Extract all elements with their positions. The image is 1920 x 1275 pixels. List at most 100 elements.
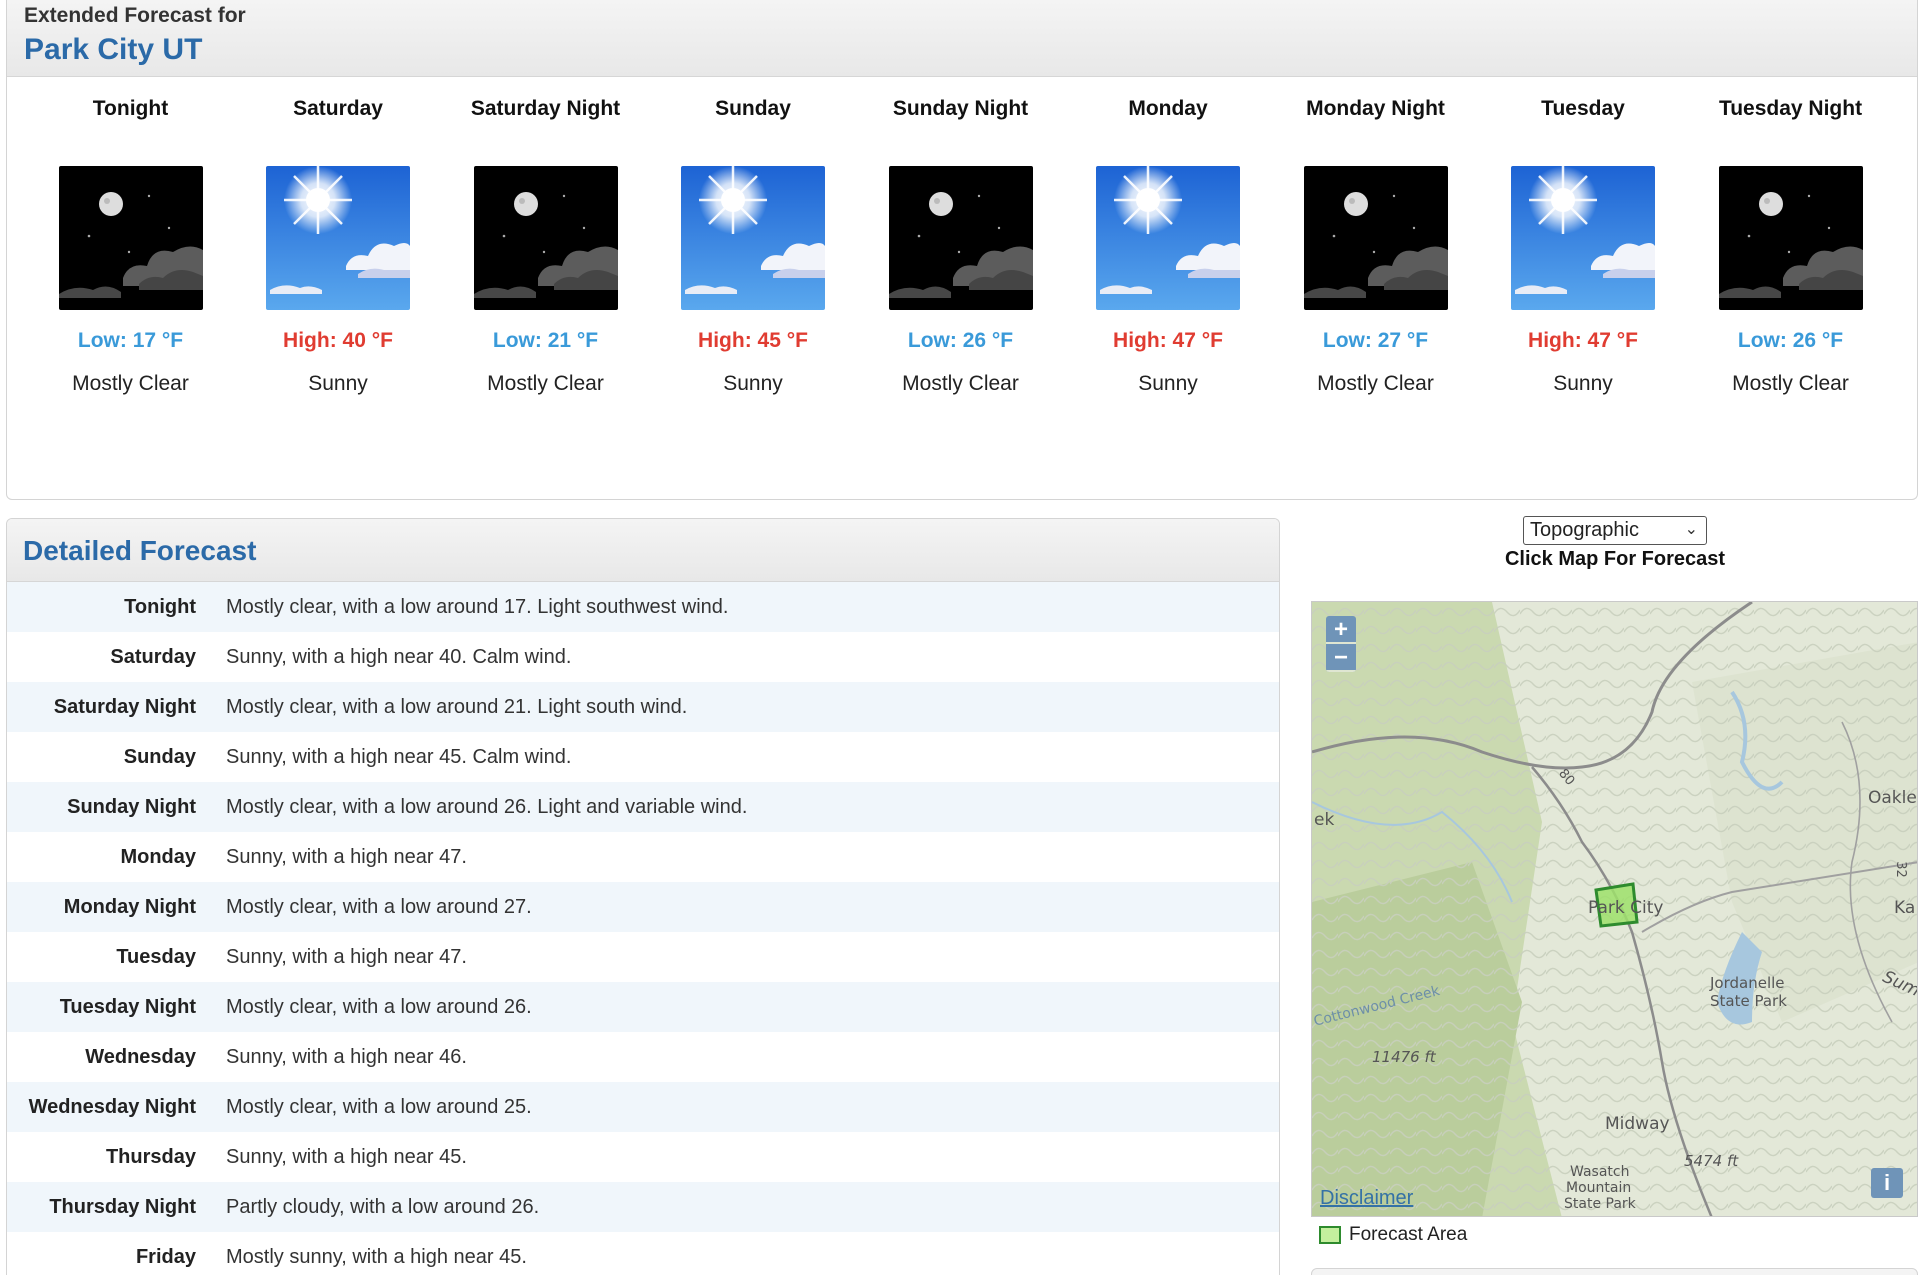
detailed-row-text: Mostly clear, with a low around 25. (226, 1095, 532, 1118)
detailed-row-text: Partly cloudy, with a low around 26. (226, 1195, 540, 1218)
night-moon-clouds-icon (58, 166, 203, 310)
extended-forecast-panel: Extended Forecast for Park City UT Tonig… (6, 0, 1918, 500)
zoom-out-button[interactable]: − (1326, 644, 1356, 672)
forecast-periods: Tonight Low: 17 °F Mostly Clear Saturday… (27, 77, 1887, 407)
chevron-down-icon: ⌄ (1684, 521, 1698, 538)
detailed-forecast-row: Tuesday Sunny, with a high near 47. (7, 932, 1279, 982)
detailed-row-label: Friday (135, 1245, 196, 1268)
map-label-jordanelle: Jordanelle (1710, 974, 1785, 992)
detailed-row-text: Mostly sunny, with a high near 45. (226, 1245, 527, 1268)
detailed-row-text: Mostly clear, with a low around 17. Ligh… (226, 595, 729, 618)
map-layer-select[interactable]: Topographic ⌄ (1523, 516, 1707, 545)
map-label-ek: ek (1314, 810, 1335, 830)
forecast-period: Tuesday High: 47 °F Sunny (1480, 77, 1687, 396)
detailed-forecast-row: Tonight Mostly clear, with a low around … (7, 582, 1279, 632)
detailed-forecast-title: Detailed Forecast (7, 519, 1279, 582)
click-map-label: Click Map For Forecast (1504, 548, 1726, 570)
detailed-row-label: Tuesday (116, 945, 196, 968)
map-controls: Topographic ⌄ Click Map For Forecast (1310, 516, 1920, 571)
detailed-row-text: Sunny, with a high near 47. (226, 945, 467, 968)
period-name: Monday (1128, 97, 1208, 120)
period-name: Tonight (92, 97, 169, 120)
detailed-row-label: Thursday Night (49, 1195, 196, 1218)
period-condition: Mostly Clear (487, 372, 604, 395)
period-condition: Mostly Clear (902, 372, 1019, 395)
sun-icon (266, 166, 410, 310)
period-temperature: High: 40 °F (283, 329, 393, 352)
map-label-wasatch-1: Wasatch (1570, 1164, 1630, 1180)
forecast-period: Sunday High: 45 °F Sunny (650, 77, 857, 396)
detailed-forecast-row: Sunday Night Mostly clear, with a low ar… (7, 782, 1279, 832)
detailed-row-text: Mostly clear, with a low around 21. Ligh… (226, 695, 688, 718)
period-condition: Mostly Clear (72, 372, 189, 395)
forecast-period: Tonight Low: 17 °F Mostly Clear (27, 77, 234, 396)
detailed-forecast-panel: Detailed Forecast Tonight Mostly clear, … (6, 518, 1280, 1275)
detailed-forecast-row: Wednesday Sunny, with a high near 46. (7, 1032, 1279, 1082)
map-label-state-park: State Park (1710, 992, 1787, 1010)
detailed-forecast-row: Friday Mostly sunny, with a high near 45… (7, 1232, 1279, 1275)
period-condition: Mostly Clear (1317, 372, 1434, 395)
forecast-map[interactable]: + − Park City Oakle Ka ek Jordanelle Sta… (1311, 601, 1918, 1217)
detailed-forecast-row: Monday Night Mostly clear, with a low ar… (7, 882, 1279, 932)
period-name: Saturday (293, 97, 383, 120)
period-temperature: High: 45 °F (698, 329, 808, 352)
disclaimer-link[interactable]: Disclaimer (1320, 1187, 1413, 1210)
detailed-forecast-row: Tuesday Night Mostly clear, with a low a… (7, 982, 1279, 1032)
detailed-row-label: Tonight (124, 595, 196, 618)
detailed-row-label: Monday Night (63, 895, 196, 918)
detailed-row-text: Sunny, with a high near 40. Calm wind. (226, 645, 572, 668)
extended-forecast-header: Extended Forecast for Park City UT (7, 0, 1917, 77)
map-label-elevation-1: 11476 ft (1372, 1048, 1436, 1066)
detailed-row-label: Monday (120, 845, 196, 868)
period-temperature: High: 47 °F (1113, 329, 1223, 352)
period-temperature: Low: 27 °F (1322, 329, 1429, 352)
forecast-period: Tuesday Night Low: 26 °F Mostly Clear (1687, 77, 1894, 396)
detailed-forecast-row: Thursday Night Partly cloudy, with a low… (7, 1182, 1279, 1232)
detailed-forecast-row: Sunday Sunny, with a high near 45. Calm … (7, 732, 1279, 782)
night-moon-clouds-icon (1718, 166, 1863, 310)
detailed-row-text: Sunny, with a high near 47. (226, 845, 467, 868)
forecast-area-swatch-icon (1319, 1226, 1341, 1244)
detailed-row-label: Saturday Night (53, 695, 196, 718)
forecast-period: Saturday High: 40 °F Sunny (235, 77, 442, 396)
period-condition: Sunny (723, 372, 783, 395)
map-label-midway: Midway (1605, 1114, 1670, 1134)
detailed-forecast-row: Monday Sunny, with a high near 47. (7, 832, 1279, 882)
period-condition: Sunny (1138, 372, 1198, 395)
period-condition: Sunny (1553, 372, 1613, 395)
detailed-row-label: Thursday (105, 1145, 196, 1168)
extended-forecast-heading: Extended Forecast for (24, 4, 246, 27)
sun-icon (1096, 166, 1240, 310)
period-name: Sunday (715, 97, 791, 120)
location-title: Park City UT (24, 33, 203, 66)
detailed-forecast-row: Saturday Night Mostly clear, with a low … (7, 682, 1279, 732)
map-label-kamas: Ka (1894, 898, 1916, 918)
detailed-row-label: Saturday (110, 645, 196, 668)
sun-icon (1511, 166, 1655, 310)
period-name: Sunday Night (892, 97, 1029, 120)
detailed-row-text: Mostly clear, with a low around 26. Ligh… (226, 795, 748, 818)
info-button[interactable]: i (1871, 1168, 1903, 1198)
zoom-in-button[interactable]: + (1326, 616, 1356, 644)
night-moon-clouds-icon (473, 166, 618, 310)
detailed-forecast-row: Thursday Sunny, with a high near 45. (7, 1132, 1279, 1182)
detailed-row-text: Sunny, with a high near 45. Calm wind. (226, 745, 572, 768)
zoom-controls: + − (1326, 616, 1356, 672)
forecast-period: Saturday Night Low: 21 °F Mostly Clear (442, 77, 649, 396)
forecast-period: Monday Night Low: 27 °F Mostly Clear (1272, 77, 1479, 396)
map-legend: Forecast Area (1319, 1224, 1467, 1246)
period-temperature: Low: 21 °F (492, 329, 599, 352)
map-label-wasatch-2: Mountain (1566, 1180, 1632, 1196)
period-temperature: High: 47 °F (1528, 329, 1638, 352)
detailed-row-label: Sunday Night (67, 795, 196, 818)
map-label-oakley: Oakle (1868, 788, 1917, 808)
detailed-row-label: Wednesday (85, 1045, 196, 1068)
night-moon-clouds-icon (888, 166, 1033, 310)
detailed-row-label: Sunday (123, 745, 196, 768)
detailed-forecast-table: Tonight Mostly clear, with a low around … (7, 582, 1279, 1275)
map-label-highway-32: 32 (1892, 861, 1908, 878)
detailed-row-label: Wednesday Night (28, 1095, 196, 1118)
map-layer-select-value: Topographic (1530, 519, 1639, 541)
night-moon-clouds-icon (1303, 166, 1448, 310)
detailed-row-text: Sunny, with a high near 45. (226, 1145, 467, 1168)
